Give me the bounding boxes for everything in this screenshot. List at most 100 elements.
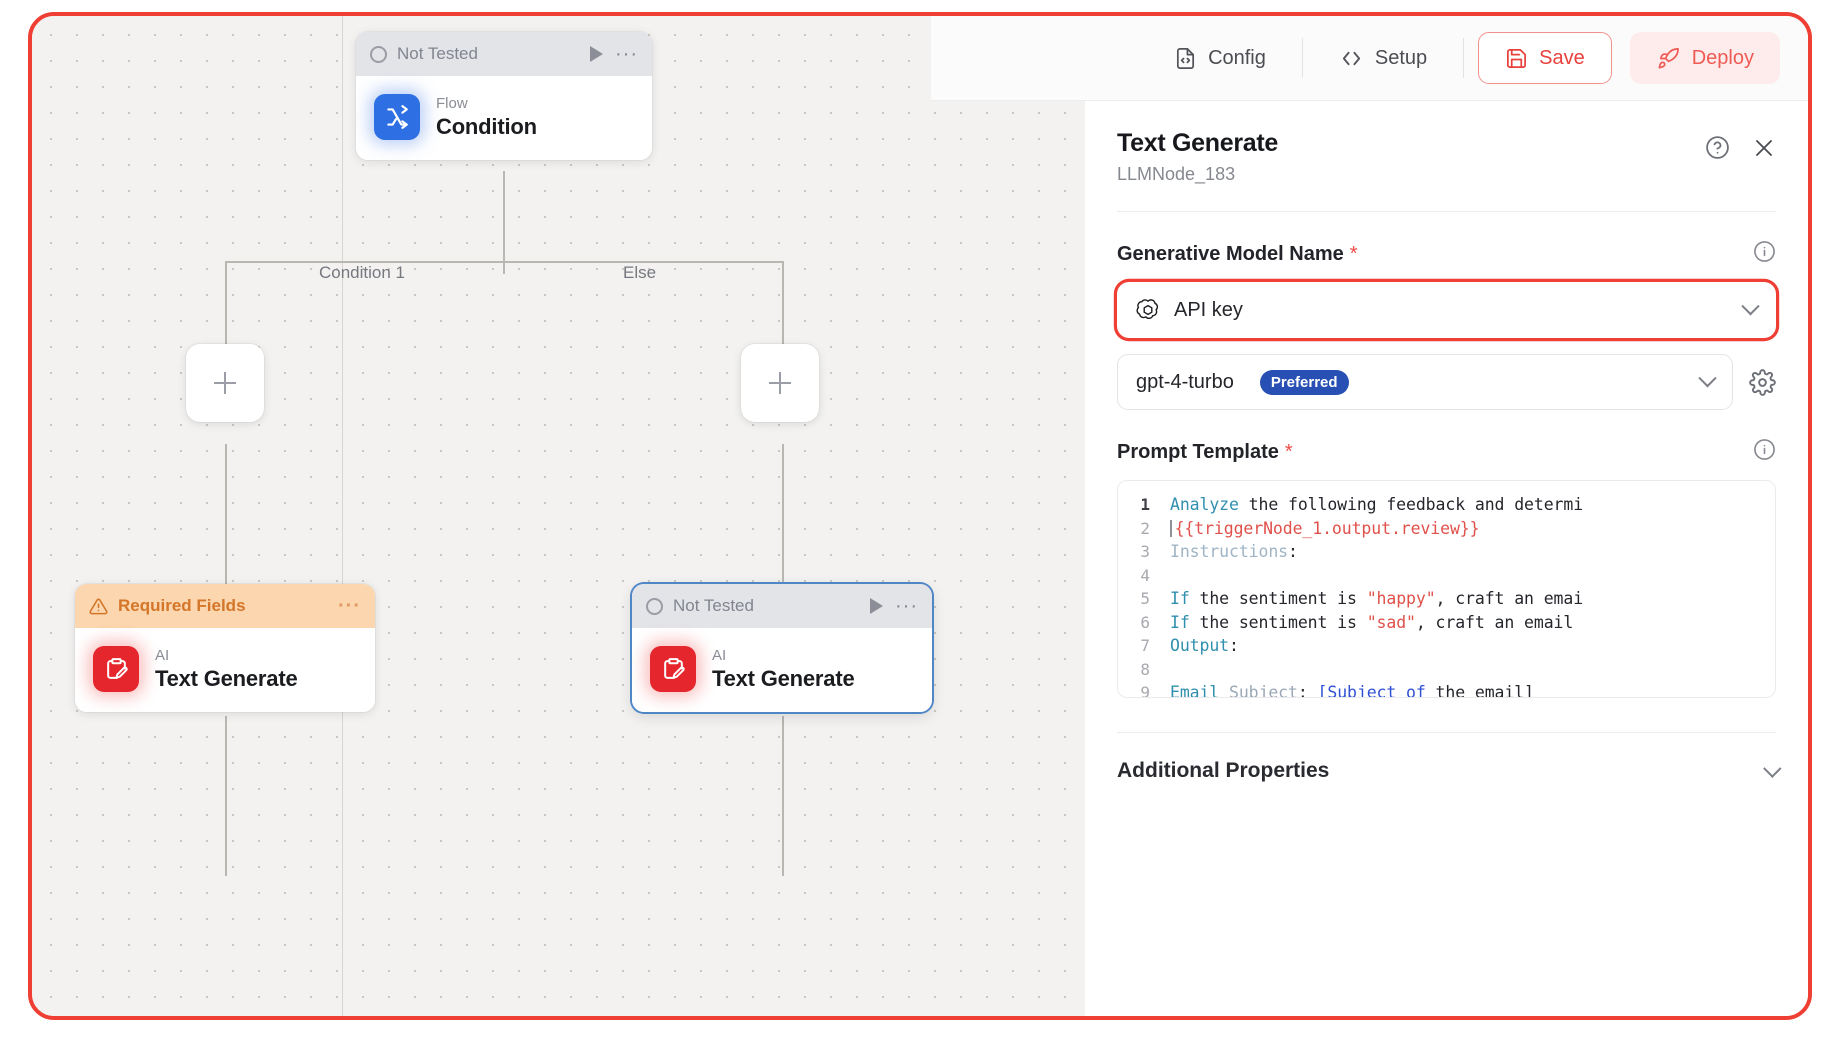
code-line-number: 9 — [1140, 683, 1150, 698]
flow-node-text-generate-right[interactable]: Not Tested ··· AI Text Generate — [632, 584, 932, 712]
prompt-field-label-row: Prompt Template * — [1117, 438, 1776, 466]
credential-select[interactable]: API key — [1117, 282, 1776, 338]
code-line-number: 1 — [1140, 495, 1150, 515]
additional-properties-label: Additional Properties — [1117, 759, 1330, 782]
code-line: 6 If the sentiment is "sad", craft an ema… — [1118, 611, 1775, 635]
connector-left-tail — [225, 716, 227, 876]
code-line: 5 If the sentiment is "happy", craft an e… — [1118, 587, 1775, 611]
model-select-row: gpt-4-turbo Preferred — [1117, 354, 1776, 410]
question-circle-icon[interactable] — [1705, 135, 1730, 160]
info-circle-icon[interactable] — [1753, 438, 1776, 466]
model-preferred-badge: Preferred — [1259, 369, 1349, 395]
node-more-options-icon[interactable]: ··· — [615, 44, 638, 64]
panel-divider — [1117, 211, 1776, 212]
code-line: 2 {{triggerNode_1.output.review}} — [1118, 517, 1775, 541]
connector-left-to-node — [225, 444, 227, 584]
code-line: 7 Output: — [1118, 634, 1775, 658]
node-status-header: Not Tested ··· — [356, 32, 652, 76]
additional-properties-section[interactable]: Additional Properties — [1117, 732, 1782, 783]
node-more-options-icon[interactable]: ··· — [895, 596, 918, 616]
model-select[interactable]: gpt-4-turbo Preferred — [1117, 354, 1733, 410]
add-node-button-left[interactable] — [186, 344, 264, 422]
node-category-label: AI — [712, 646, 727, 664]
code-line-text: {{triggerNode_1.output.review}} — [1170, 519, 1480, 538]
node-title: Condition — [436, 113, 537, 139]
node-status-label: Required Fields — [118, 596, 246, 615]
connector-right-to-node — [782, 444, 784, 584]
code-line-number: 4 — [1140, 565, 1150, 585]
run-node-icon[interactable] — [870, 598, 884, 614]
model-field-label: Generative Model Name — [1117, 242, 1344, 265]
required-marker: * — [1349, 242, 1358, 265]
code-line: 8 — [1118, 658, 1775, 682]
code-line: 4 — [1118, 564, 1775, 588]
prompt-field-label: Prompt Template — [1117, 440, 1279, 463]
code-line-text: Analyze the following feedback and deter… — [1170, 495, 1584, 515]
code-line-text: Output: — [1170, 636, 1239, 656]
code-line-number: 8 — [1140, 659, 1150, 679]
code-line-number: 5 — [1140, 589, 1150, 609]
tab-setup-label: Setup — [1374, 46, 1428, 69]
code-line-text: Instructions: — [1170, 542, 1298, 562]
credential-select-value: API key — [1174, 298, 1243, 321]
required-marker: * — [1284, 440, 1293, 463]
connector-right-tail — [782, 716, 784, 876]
node-body: AI Text Generate — [75, 628, 375, 712]
code-brackets-icon — [1342, 51, 1360, 65]
branch-split-icon — [374, 94, 420, 140]
model-field-label-row: Generative Model Name * — [1117, 240, 1776, 268]
close-icon[interactable] — [1752, 136, 1776, 160]
deploy-button-label: Deploy — [1691, 46, 1754, 69]
panel-header: Text Generate LLMNode_183 — [1117, 129, 1776, 185]
node-more-options-icon[interactable]: ··· — [338, 596, 361, 616]
flow-node-text-generate-left[interactable]: Required Fields ··· AI Text Generate — [75, 584, 375, 712]
workflow-editor-frame: Condition 1 Else Not Tested ··· Flow Con… — [28, 12, 1812, 1020]
warning-triangle-icon — [89, 598, 108, 614]
run-node-icon[interactable] — [590, 46, 604, 62]
code-line-number: 6 — [1140, 612, 1150, 632]
tab-setup[interactable]: Setup — [1303, 37, 1463, 79]
info-circle-icon[interactable] — [1753, 240, 1776, 268]
branch-label-else: Else — [623, 263, 657, 282]
node-body: Flow Condition — [356, 76, 652, 160]
flow-node-condition[interactable]: Not Tested ··· Flow Condition — [356, 32, 652, 160]
canvas-guide-line — [342, 16, 343, 1016]
node-status-label: Not Tested — [397, 44, 478, 63]
openai-icon — [1136, 299, 1159, 319]
tab-config[interactable]: Config — [1138, 37, 1302, 79]
text-cursor — [1170, 519, 1172, 537]
node-category-label: AI — [155, 646, 170, 664]
status-circle-icon — [646, 597, 663, 615]
editor-toolbar: Config Setup Save Deploy — [931, 16, 1808, 101]
clipboard-pencil-icon — [650, 646, 696, 692]
connector-branch-bar — [225, 261, 783, 263]
prompt-template-editor[interactable]: 1 Analyze the following feedback and dete… — [1117, 480, 1776, 698]
panel-node-id: LLMNode_183 — [1117, 164, 1236, 184]
code-line-text: If the sentiment is "happy", craft an em… — [1170, 589, 1584, 609]
rocket-icon — [1658, 47, 1679, 68]
node-body: AI Text Generate — [632, 628, 932, 712]
chevron-down-icon — [1698, 368, 1717, 387]
deploy-button[interactable]: Deploy — [1629, 32, 1780, 84]
code-line-text: Email Subject: [Subject of the email] — [1170, 683, 1534, 698]
code-line: 3 Instructions: — [1118, 540, 1775, 564]
save-button-label: Save — [1539, 46, 1585, 69]
code-line: 9 Email Subject: [Subject of the email] — [1118, 681, 1775, 698]
chevron-down-icon — [1763, 758, 1782, 778]
tab-config-label: Config — [1208, 46, 1266, 69]
branch-label-condition-1: Condition 1 — [319, 263, 406, 282]
code-line-number: 3 — [1140, 542, 1150, 562]
code-line-number: 7 — [1140, 636, 1150, 656]
add-node-button-right[interactable] — [741, 344, 819, 422]
connector-condition-to-split — [503, 171, 505, 274]
node-status-header: Not Tested ··· — [632, 584, 932, 628]
status-circle-icon — [370, 45, 387, 63]
save-button[interactable]: Save — [1478, 32, 1612, 84]
file-code-icon — [1177, 47, 1195, 69]
node-properties-panel: Text Generate LLMNode_183 Generative Mod… — [1085, 101, 1808, 1016]
floppy-disk-icon — [1507, 48, 1527, 68]
gear-icon[interactable] — [1749, 368, 1776, 396]
model-select-value: gpt-4-turbo — [1136, 370, 1234, 393]
node-title: Text Generate — [712, 665, 855, 691]
chevron-down-icon — [1741, 296, 1760, 315]
